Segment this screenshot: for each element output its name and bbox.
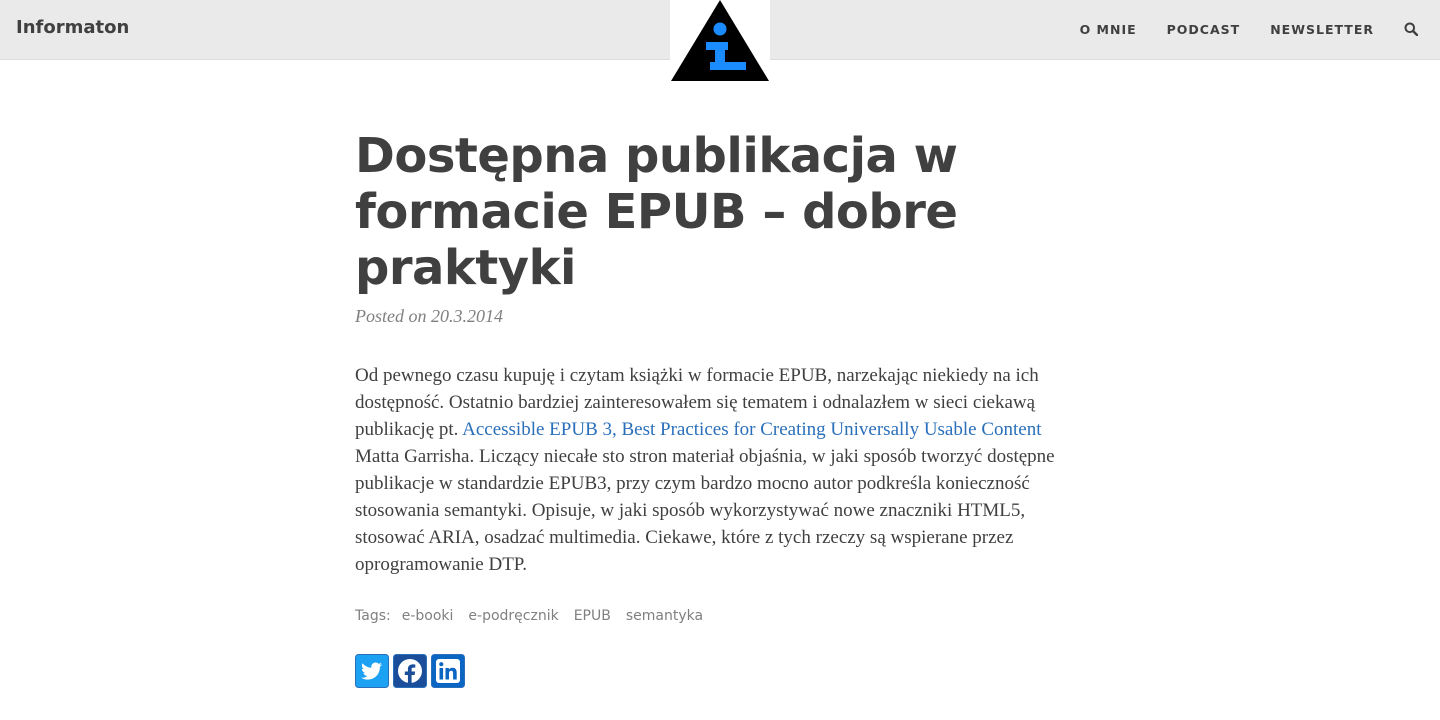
post-title: Dostępna publikacja w formacie EPUB – do… [355,128,958,296]
tags-label: Tags: [355,608,391,624]
twitter-icon [355,654,389,688]
twitter-share-button[interactable] [355,654,389,688]
main-nav: O MNIE PODCAST NEWSLETTER [1050,0,1420,59]
facebook-share-button[interactable] [393,654,427,688]
linkedin-share-button[interactable] [431,654,465,688]
blog-post: Dostępna publikacja w formacie EPUB – do… [355,128,1085,688]
post-body: Od pewnego czasu kupuję i czytam książki… [355,362,1085,578]
post-tags: Tags: e-booki e-podręcznik EPUB semantyk… [355,608,1085,624]
tag-link[interactable]: EPUB [574,608,611,624]
share-buttons [355,654,1085,688]
tag-link[interactable]: semantyka [626,608,703,624]
nav-link-newsletter[interactable]: NEWSLETTER [1270,22,1374,37]
tag-link[interactable]: e-booki [402,608,454,624]
site-brand-link[interactable]: Informaton [16,17,129,38]
nav-link-podcast[interactable]: PODCAST [1167,22,1241,37]
nav-link-o-mnie[interactable]: O MNIE [1080,22,1137,37]
facebook-icon [393,654,427,688]
post-body-link[interactable]: Accessible EPUB 3, Best Practices for Cr… [462,419,1041,440]
info-triangle-logo-icon [671,0,769,81]
top-navbar: Informaton O MNIE PODCAST NEWSLETTER [0,0,1440,82]
search-icon[interactable] [1404,22,1420,38]
linkedin-icon [431,654,465,688]
post-date: Posted on 20.3.2014 [355,306,503,326]
tag-link[interactable]: e-podręcznik [468,608,558,624]
site-logo[interactable] [670,0,770,82]
post-body-text-2: Matta Garrisha. Liczący niecałe sto stro… [355,446,1055,575]
